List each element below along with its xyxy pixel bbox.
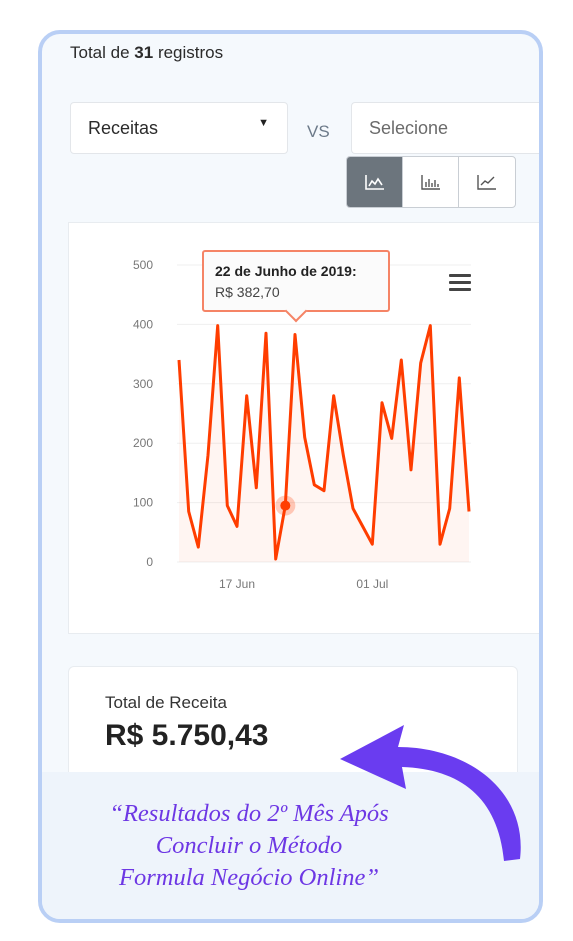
- area-chart-button[interactable]: [347, 157, 403, 207]
- line-chart-button[interactable]: [459, 157, 515, 207]
- compare-select-placeholder: Selecione: [369, 118, 449, 138]
- line-chart-icon: [477, 175, 496, 190]
- bar-chart-button[interactable]: [403, 157, 459, 207]
- highlight-point: [280, 500, 291, 511]
- y-tick-label: 300: [133, 377, 153, 391]
- curved-arrow-icon: [340, 725, 521, 861]
- tooltip-value: R$ 382,70: [215, 284, 280, 300]
- records-total: Total de 31 registros: [70, 43, 224, 62]
- series-area: [179, 325, 469, 562]
- revenue-amount: R$ 5.750,43: [105, 719, 269, 752]
- y-tick-label: 100: [133, 496, 153, 510]
- screenshot-frame: Total de 31 registros Receitas ▼ VS Sele…: [38, 30, 543, 923]
- records-count: 31: [134, 43, 154, 62]
- metric-select-value: Receitas: [88, 118, 159, 138]
- chart-card: 0 100 200 300 400 500 17 Jun 01 Jul 22 de Junho…: [68, 222, 539, 634]
- compare-select[interactable]: Selecione: [351, 102, 539, 154]
- y-tick-label: 200: [133, 436, 153, 450]
- caret-down-icon: ▼: [258, 117, 269, 129]
- revenue-caption: Total de Receita: [105, 693, 227, 712]
- bar-chart-icon: [420, 175, 440, 190]
- y-tick-label: 400: [133, 317, 153, 331]
- metric-select[interactable]: Receitas ▼: [70, 102, 288, 154]
- chart-type-toggle: [346, 156, 516, 208]
- y-tick-label: 0: [146, 555, 153, 569]
- x-tick-label: 17 Jun: [219, 577, 255, 591]
- tooltip-date: 22 de Junho de 2019:: [215, 263, 357, 279]
- menu-icon[interactable]: [449, 274, 471, 295]
- x-tick-label: 01 Jul: [356, 577, 388, 591]
- vs-label: VS: [307, 122, 330, 141]
- area-chart-icon: [364, 175, 384, 190]
- chart-tooltip: 22 de Junho de 2019: R$ 382,70: [202, 250, 390, 323]
- y-tick-label: 500: [133, 258, 153, 272]
